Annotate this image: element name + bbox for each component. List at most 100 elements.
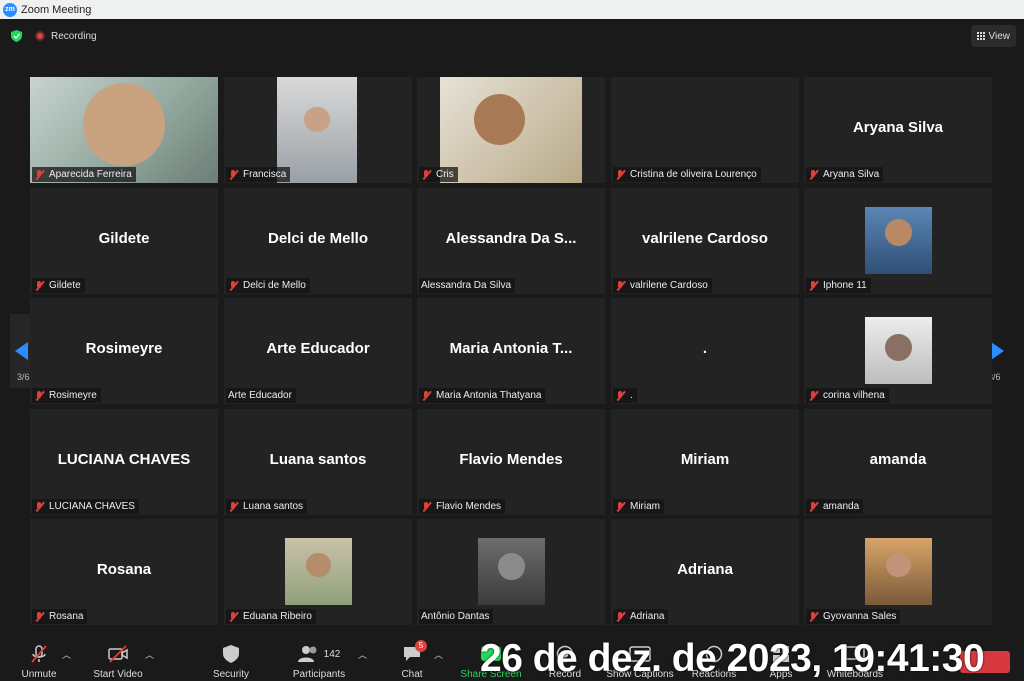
participant-tile[interactable]: Delci de Mello Delci de Mello — [224, 188, 412, 294]
participant-name: Arte Educador — [228, 390, 292, 401]
mic-muted-icon — [615, 280, 625, 291]
participant-name-label: Adriana — [613, 609, 669, 624]
participants-options-chevron-icon[interactable]: ︿ — [358, 648, 367, 661]
participant-display-name: Flavio Mendes — [459, 451, 563, 468]
mic-muted-icon — [808, 611, 818, 622]
mic-muted-icon — [615, 169, 625, 180]
participant-name: Luana santos — [243, 501, 304, 512]
participants-button[interactable]: 142 Participants — [288, 644, 350, 680]
participant-tile[interactable]: Adriana Adriana — [611, 519, 799, 625]
participant-display-name: Gildete — [98, 230, 150, 247]
security-label: Security — [212, 669, 250, 680]
participant-tile[interactable]: Eduana Ribeiro — [224, 519, 412, 625]
chat-label: Chat — [401, 669, 423, 680]
participant-display-name: Delci de Mello — [267, 230, 369, 247]
participant-tile[interactable]: Aparecida Ferreira — [30, 77, 218, 183]
participant-video — [865, 538, 932, 605]
participant-tile[interactable]: Gyovanna Sales — [804, 519, 992, 625]
shield-icon[interactable] — [11, 30, 22, 42]
security-button[interactable]: Security — [205, 644, 257, 680]
arrow-left-icon — [15, 342, 28, 360]
participant-face — [304, 106, 330, 133]
participant-tile[interactable]: Francisca — [224, 77, 412, 183]
prev-page-button[interactable]: 3/6 — [10, 314, 31, 388]
participant-tile[interactable]: Alessandra Da S... Alessandra Da Silva — [417, 188, 605, 294]
participant-name-label: Cristina de oliveira Lourenço — [613, 167, 761, 182]
participant-display-name: Alessandra Da S... — [445, 230, 577, 247]
participant-tile[interactable]: Antônio Dantas — [417, 519, 605, 625]
participant-tile[interactable]: Gildete Gildete — [30, 188, 218, 294]
mic-muted-icon — [615, 611, 625, 622]
participant-tile[interactable]: Maria Antonia T... Maria Antonia Thatyana — [417, 298, 605, 404]
participant-name-label: Antônio Dantas — [419, 609, 494, 624]
participant-video — [285, 538, 352, 605]
participant-tile[interactable]: Arte Educador Arte Educador — [224, 298, 412, 404]
participant-name-label: Luana santos — [226, 499, 308, 514]
participants-icon — [297, 646, 317, 662]
participant-face — [82, 83, 166, 167]
participant-tile[interactable]: Iphone 11 — [804, 188, 992, 294]
participant-video — [440, 77, 582, 183]
mic-muted-icon — [808, 280, 818, 291]
participant-name: Iphone 11 — [823, 280, 867, 291]
mic-muted-icon — [421, 169, 431, 180]
participant-tile[interactable]: Cris — [417, 77, 605, 183]
video-options-chevron-icon[interactable]: ︿ — [145, 648, 154, 661]
mic-muted-icon — [34, 280, 44, 291]
participant-tile[interactable]: Cristina de oliveira Lourenço — [611, 77, 799, 183]
mic-muted-icon — [34, 390, 44, 401]
participant-name-label: Iphone 11 — [806, 278, 871, 293]
chat-options-chevron-icon[interactable]: ︿ — [434, 648, 443, 661]
participant-name: Cristina de oliveira Lourenço — [630, 169, 757, 180]
video-off-icon — [108, 645, 128, 663]
participant-name-label: Francisca — [226, 167, 291, 182]
view-button[interactable]: View — [970, 25, 1016, 47]
participant-name-label: Gyovanna Sales — [806, 609, 901, 624]
participant-tile[interactable]: .. — [611, 298, 799, 404]
participant-display-name: Rosana — [96, 561, 152, 578]
unmute-button[interactable]: Unmute — [14, 644, 64, 680]
recording-timestamp: 26 de dez. de 2023, 19:41:30 — [480, 637, 985, 680]
grid-view-icon — [976, 32, 985, 40]
participant-name-label: Gildete — [32, 278, 85, 293]
participant-name-label: Arte Educador — [226, 388, 296, 403]
audio-options-chevron-icon[interactable]: ︿ — [62, 648, 71, 661]
participant-name: Flavio Mendes — [436, 501, 502, 512]
chat-button[interactable]: 5 Chat — [395, 640, 429, 680]
participant-face — [885, 333, 912, 361]
mic-muted-icon — [421, 390, 431, 401]
participant-tile[interactable]: amanda amanda — [804, 409, 992, 515]
page-indicator-right: 3/6 — [988, 372, 1001, 382]
mic-muted-icon — [31, 645, 47, 663]
recording-icon — [35, 31, 45, 41]
participant-display-name: Aryana Silva — [852, 119, 944, 136]
participant-display-name: . — [702, 340, 708, 357]
participant-name: Gyovanna Sales — [823, 611, 897, 622]
participant-tile[interactable]: Luana santos Luana santos — [224, 409, 412, 515]
participant-display-name: Maria Antonia T... — [449, 340, 573, 357]
mic-muted-icon — [421, 501, 431, 512]
mic-muted-icon — [808, 390, 818, 401]
participant-name-label: Rosimeyre — [32, 388, 101, 403]
recording-label[interactable]: Recording — [51, 31, 97, 42]
participant-display-name: valrilene Cardoso — [642, 230, 768, 247]
participant-tile[interactable]: Flavio Mendes Flavio Mendes — [417, 409, 605, 515]
participant-display-name: amanda — [869, 451, 927, 468]
mic-muted-icon — [34, 169, 44, 180]
participant-name: Delci de Mello — [243, 280, 306, 291]
participant-tile[interactable]: Rosimeyre Rosimeyre — [30, 298, 218, 404]
participant-name-label: . — [613, 388, 637, 403]
participant-tile[interactable]: Miriam Miriam — [611, 409, 799, 515]
participant-face — [498, 552, 525, 580]
participant-face — [474, 93, 526, 145]
participant-name: Adriana — [630, 611, 665, 622]
participant-tile[interactable]: valrilene Cardoso valrilene Cardoso — [611, 188, 799, 294]
participant-tile[interactable]: Aryana Silva Aryana Silva — [804, 77, 992, 183]
start-video-button[interactable]: Start Video — [88, 644, 148, 680]
participants-label: Participants — [292, 669, 346, 680]
participant-tile[interactable]: corina vilhena — [804, 298, 992, 404]
participant-tile[interactable]: LUCIANA CHAVES LUCIANA CHAVES — [30, 409, 218, 515]
participant-name-label: Eduana Ribeiro — [226, 609, 316, 624]
participant-name: Cris — [436, 169, 454, 180]
participant-tile[interactable]: Rosana Rosana — [30, 519, 218, 625]
